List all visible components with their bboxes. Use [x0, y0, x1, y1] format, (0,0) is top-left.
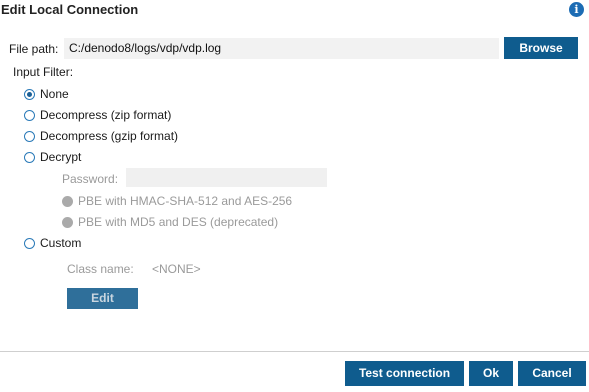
radio-label: PBE with HMAC-SHA-512 and AES-256: [78, 194, 293, 208]
radio-button[interactable]: [24, 109, 35, 121]
file-path-label: File path:: [9, 42, 59, 56]
radio-decompress-gzip[interactable]: Decompress (gzip format): [24, 129, 178, 143]
edit-button[interactable]: Edit: [67, 288, 138, 309]
dialog-title: Edit Local Connection: [1, 2, 139, 17]
radio-label: Decrypt: [40, 150, 82, 164]
radio-button[interactable]: [24, 130, 35, 142]
radio-button[interactable]: [62, 216, 73, 228]
radio-label: None: [40, 87, 69, 101]
input-filter-label: Input Filter:: [13, 65, 74, 79]
class-name-label: Class name:: [67, 262, 134, 276]
ok-button[interactable]: Ok: [469, 361, 513, 386]
radio-button[interactable]: [24, 237, 35, 249]
password-input[interactable]: [126, 168, 327, 187]
radio-none[interactable]: None: [24, 87, 69, 101]
radio-custom[interactable]: Custom: [24, 236, 81, 250]
footer-divider: [0, 351, 589, 352]
radio-label: PBE with MD5 and DES (deprecated): [78, 215, 279, 229]
class-name-value: <NONE>: [152, 262, 201, 276]
radio-button[interactable]: [62, 195, 73, 207]
radio-button[interactable]: [24, 88, 35, 100]
radio-decrypt[interactable]: Decrypt: [24, 150, 81, 164]
radio-pbe-md5-des[interactable]: PBE with MD5 and DES (deprecated): [62, 215, 278, 229]
radio-button[interactable]: [24, 151, 35, 163]
test-connection-button[interactable]: Test connection: [345, 361, 464, 386]
radio-pbe-hmac-aes[interactable]: PBE with HMAC-SHA-512 and AES-256: [62, 194, 292, 208]
cancel-button[interactable]: Cancel: [518, 361, 586, 386]
password-label: Password:: [62, 172, 119, 186]
info-icon[interactable]: i: [569, 2, 584, 17]
radio-decompress-zip[interactable]: Decompress (zip format): [24, 108, 171, 122]
browse-button[interactable]: Browse: [504, 37, 578, 59]
file-path-field[interactable]: C:/denodo8/logs/vdp/vdp.log: [64, 38, 499, 59]
radio-label: Decompress (gzip format): [40, 129, 179, 143]
radio-label: Decompress (zip format): [40, 108, 172, 122]
radio-label: Custom: [40, 236, 82, 250]
